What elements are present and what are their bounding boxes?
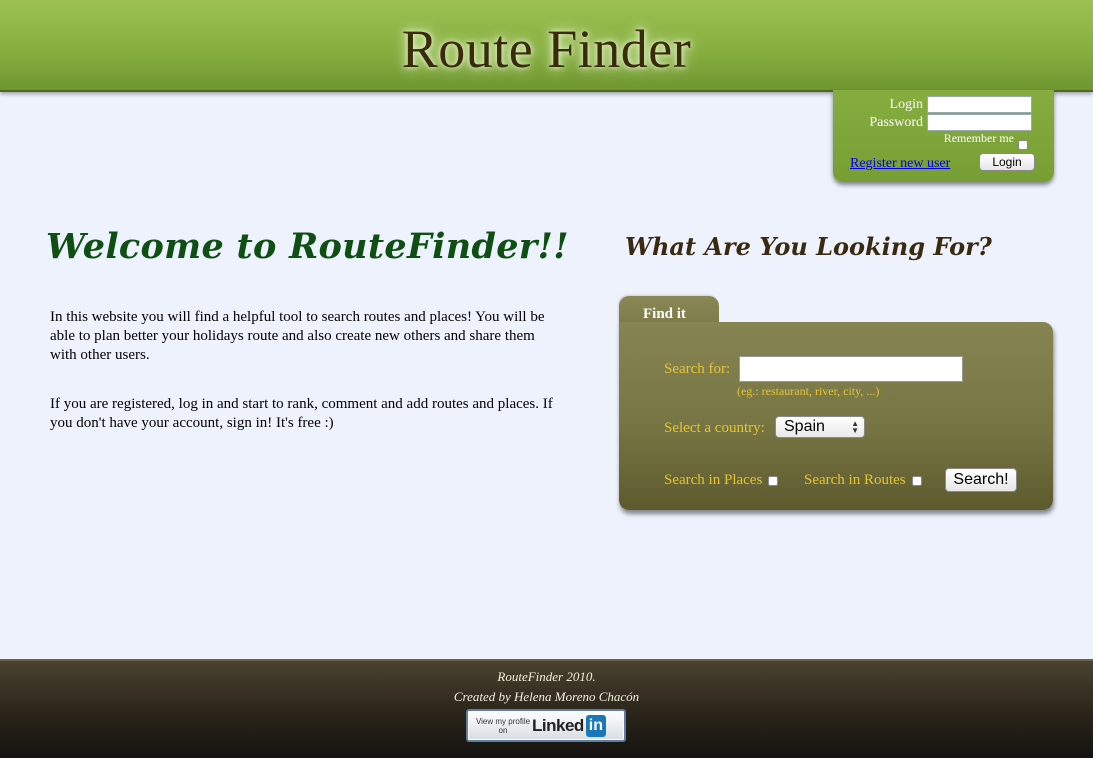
search-button[interactable]: Search! bbox=[945, 468, 1017, 492]
remember-label: Remember me bbox=[943, 131, 1014, 145]
intro-paragraph: If you are registered, log in and start … bbox=[50, 396, 553, 431]
search-heading: What Are You Looking For? bbox=[625, 232, 992, 261]
linkedin-in-icon: in bbox=[585, 714, 607, 737]
places-label: Search in Places bbox=[664, 472, 763, 488]
places-option: Search in Places bbox=[664, 472, 779, 489]
login-button[interactable]: Login bbox=[979, 153, 1035, 171]
search-input[interactable] bbox=[739, 356, 963, 382]
linkedin-view-text: View my profile on bbox=[475, 716, 531, 735]
login-field[interactable] bbox=[927, 96, 1032, 113]
places-checkbox[interactable] bbox=[768, 475, 779, 486]
country-select[interactable]: Spain ▲ ▼ bbox=[775, 416, 865, 438]
remember-checkbox[interactable] bbox=[1018, 140, 1028, 150]
linkedin-logo-text: Linked bbox=[532, 715, 584, 735]
footer-copyright: RouteFinder 2010. bbox=[497, 669, 596, 684]
routes-option: Search in Routes bbox=[804, 472, 922, 489]
password-row: Password bbox=[869, 114, 1032, 131]
site-title: Route Finder bbox=[401, 19, 692, 79]
register-link[interactable]: Register new user bbox=[850, 156, 950, 172]
search-hint: (eg.: restaurant, river, city, ...) bbox=[737, 384, 880, 398]
login-label: Login bbox=[889, 96, 923, 112]
welcome-title: Welcome to RouteFinder!! bbox=[46, 226, 569, 267]
country-selected-value: Spain bbox=[784, 418, 825, 435]
remember-row: Remember me bbox=[943, 131, 1028, 150]
site-header: Route Finder bbox=[0, 0, 1093, 92]
search-panel: Search for: (eg.: restaurant, river, cit… bbox=[619, 322, 1053, 510]
country-label: Select a country: bbox=[664, 420, 765, 436]
login-panel: Login Password Remember me Register new … bbox=[833, 90, 1054, 182]
site-footer: RouteFinder 2010. Created by Helena More… bbox=[0, 659, 1093, 758]
password-field[interactable] bbox=[927, 114, 1032, 131]
routes-label: Search in Routes bbox=[804, 472, 906, 488]
login-row: Login bbox=[890, 96, 1032, 113]
intro-paragraph: In this website you will find a helpful … bbox=[50, 309, 545, 363]
search-for-label: Search for: bbox=[664, 361, 731, 377]
footer-author: Created by Helena Moreno Chacón bbox=[453, 689, 640, 704]
linkedin-badge[interactable]: View my profile on Linked in bbox=[466, 709, 626, 742]
select-arrows-icon: ▲ ▼ bbox=[851, 419, 859, 435]
password-label: Password bbox=[869, 114, 923, 130]
routes-checkbox[interactable] bbox=[911, 475, 922, 486]
